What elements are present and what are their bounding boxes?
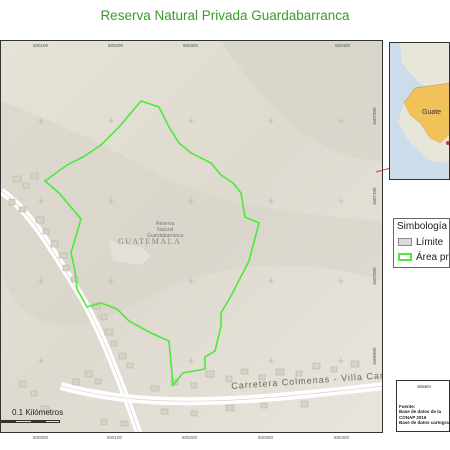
legend: Simbología Límite Área pr <box>393 218 450 268</box>
x-tick-bottom: 500400 <box>334 435 350 440</box>
legend-swatch <box>398 238 412 247</box>
y-tick: 1607200 <box>372 107 377 125</box>
inset-map[interactable]: Guate <box>389 42 450 180</box>
legend-title: Simbología <box>397 221 448 232</box>
info-box: Sistem Fuente: Base de datos de la CONAP… <box>396 380 450 432</box>
x-tick-bottom: 500100 <box>107 435 123 440</box>
x-tick-bottom: 500000 <box>33 435 49 440</box>
main-map[interactable]: 500100 500200 500300 500400 Reserva Natu… <box>0 40 383 433</box>
legend-swatch <box>398 253 412 262</box>
legend-item-area: Área pr <box>398 252 449 264</box>
y-tick: 1607000 <box>372 267 377 285</box>
info-line: Sistem <box>417 384 431 389</box>
scale-label: 0.1 Kilómetros <box>12 408 64 417</box>
x-tick-top: 500100 <box>33 43 49 48</box>
x-tick-top: 500300 <box>183 43 199 48</box>
x-tick-top: 500400 <box>335 43 351 48</box>
y-tick: 1606900 <box>372 347 377 365</box>
scale-bar <box>0 420 60 423</box>
legend-item-limite: Límite <box>398 237 443 249</box>
x-tick-bottom: 500200 <box>182 435 198 440</box>
x-tick-bottom: 500300 <box>258 435 274 440</box>
inset-label: Guate <box>422 109 442 116</box>
y-tick: 1607100 <box>372 187 377 205</box>
map-title: Reserva Natural Privada Guardabarranca <box>100 8 350 23</box>
town-label: GUATEMALA <box>118 237 182 246</box>
x-tick-top: 500200 <box>108 43 124 48</box>
info-line: Base de datos cartogra <box>399 420 449 425</box>
